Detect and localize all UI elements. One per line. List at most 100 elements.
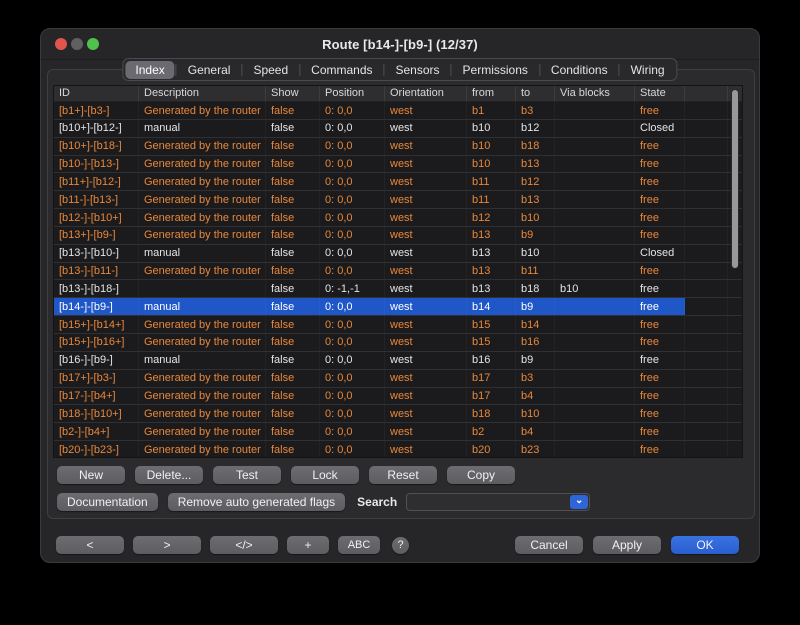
title-bar[interactable]: Route [b14-]-[b9-] (12/37) [41,29,759,60]
cell-from: b16 [467,352,516,369]
route-dialog-window: Route [b14-]-[b9-] (12/37) IndexGeneralS… [40,28,760,563]
cell-description: Generated by the router [139,334,266,351]
table-row[interactable]: [b14-]-[b9-]manualfalse0: 0,0westb14b9fr… [54,298,742,316]
lock-button[interactable]: Lock [291,466,359,484]
table-row[interactable]: [b17+]-[b3-]Generated by the routerfalse… [54,370,742,388]
cell-via_blocks [555,263,635,280]
copy-button[interactable]: Copy [447,466,515,484]
table-row[interactable]: [b10+]-[b12-]manualfalse0: 0,0westb10b12… [54,120,742,138]
cell-description: Generated by the router [139,138,266,155]
column-header-filler[interactable] [685,86,728,101]
table-row[interactable]: [b17-]-[b4+]Generated by the routerfalse… [54,388,742,406]
abc-button[interactable]: ABC [338,536,380,554]
table-row[interactable]: [b10+]-[b18-]Generated by the routerfals… [54,138,742,156]
zoom-window-icon[interactable] [87,38,99,50]
cell-description: Generated by the router [139,316,266,333]
test-button[interactable]: Test [213,466,281,484]
cell-position: 0: 0,0 [320,209,385,226]
cell-show: false [266,334,320,351]
cell-filler [685,263,728,280]
cell-orientation: west [385,156,467,173]
apply-button[interactable]: Apply [593,536,661,554]
next-button[interactable]: > [133,536,201,554]
table-row[interactable]: [b13-]-[b11-]Generated by the routerfals… [54,263,742,281]
cell-description: Generated by the router [139,156,266,173]
cell-show: false [266,102,320,119]
table-row[interactable]: [b11-]-[b13-]Generated by the routerfals… [54,191,742,209]
prev-button[interactable]: < [56,536,124,554]
tab-permissions[interactable]: Permissions [453,61,538,79]
cell-state: free [635,334,685,351]
cell-show: false [266,441,320,458]
cell-id: [b15+]-[b16+] [54,334,139,351]
tab-conditions[interactable]: Conditions [541,61,618,79]
cell-via_blocks [555,298,635,315]
cell-scrollbar-gutter [728,316,743,333]
search-dropdown[interactable]: ⌄ [406,493,590,511]
cell-from: b10 [467,156,516,173]
column-header-to[interactable]: to [516,86,555,101]
delete-button[interactable]: Delete... [135,466,203,484]
column-header-via_blocks[interactable]: Via blocks [555,86,635,101]
cell-orientation: west [385,298,467,315]
code-button[interactable]: </> [210,536,278,554]
column-header-id[interactable]: ID [54,86,139,101]
cell-via_blocks [555,102,635,119]
minimize-window-icon [71,38,83,50]
cell-orientation: west [385,316,467,333]
traffic-lights [55,38,99,50]
column-header-position[interactable]: Position [320,86,385,101]
column-header-orientation[interactable]: Orientation [385,86,467,101]
add-button[interactable]: + [287,536,329,554]
table-row[interactable]: [b1+]-[b3-]Generated by the routerfalse0… [54,102,742,120]
table-row[interactable]: [b2-]-[b4+]Generated by the routerfalse0… [54,423,742,441]
table-row[interactable]: [b16-]-[b9-]manualfalse0: 0,0westb16b9fr… [54,352,742,370]
tab-speed[interactable]: Speed [243,61,298,79]
cell-filler [685,423,728,440]
tab-general[interactable]: General [178,61,241,79]
table-row[interactable]: [b15+]-[b16+]Generated by the routerfals… [54,334,742,352]
cell-from: b10 [467,120,516,137]
table-row[interactable]: [b12-]-[b10+]Generated by the routerfals… [54,209,742,227]
column-header-show[interactable]: Show [266,86,320,101]
cell-id: [b10+]-[b18-] [54,138,139,155]
ok-button[interactable]: OK [671,536,739,554]
table-row[interactable]: [b15+]-[b14+]Generated by the routerfals… [54,316,742,334]
table-row[interactable]: [b13-]-[b10-]manualfalse0: 0,0westb13b10… [54,245,742,263]
cell-via_blocks: b10 [555,280,635,297]
vertical-scrollbar[interactable] [731,89,739,269]
cell-to: b3 [516,102,555,119]
tab-sensors[interactable]: Sensors [386,61,450,79]
cell-show: false [266,388,320,405]
cell-state: free [635,298,685,315]
cell-state: free [635,316,685,333]
cell-id: [b2-]-[b4+] [54,423,139,440]
close-window-icon[interactable] [55,38,67,50]
table-row[interactable]: [b18-]-[b10+]Generated by the routerfals… [54,405,742,423]
table-row[interactable]: [b11+]-[b12-]Generated by the routerfals… [54,173,742,191]
cell-to: b10 [516,209,555,226]
table-row[interactable]: [b13-]-[b18-]false0: -1,-1westb13b18b10f… [54,280,742,298]
cell-orientation: west [385,138,467,155]
new-button[interactable]: New [57,466,125,484]
cell-scrollbar-gutter [728,352,743,369]
table-row[interactable]: [b10-]-[b13-]Generated by the routerfals… [54,156,742,174]
cell-from: b11 [467,191,516,208]
documentation-button[interactable]: Documentation [57,493,158,511]
column-header-description[interactable]: Description [139,86,266,101]
tab-index[interactable]: Index [125,61,174,79]
cell-show: false [266,245,320,262]
tab-commands[interactable]: Commands [301,61,382,79]
tab-wiring[interactable]: Wiring [621,61,675,79]
reset-button[interactable]: Reset [369,466,437,484]
help-button[interactable]: ? [392,537,409,554]
table-row[interactable]: [b13+]-[b9-]Generated by the routerfalse… [54,227,742,245]
column-header-from[interactable]: from [467,86,516,101]
dropdown-button[interactable]: ⌄ [570,495,588,509]
cell-to: b16 [516,334,555,351]
table-row[interactable]: [b20-]-[b23-]Generated by the routerfals… [54,441,742,458]
column-header-state[interactable]: State [635,86,685,101]
remove-auto-generated-flags-button[interactable]: Remove auto generated flags [168,493,345,511]
cell-position: 0: -1,-1 [320,280,385,297]
cancel-button[interactable]: Cancel [515,536,583,554]
